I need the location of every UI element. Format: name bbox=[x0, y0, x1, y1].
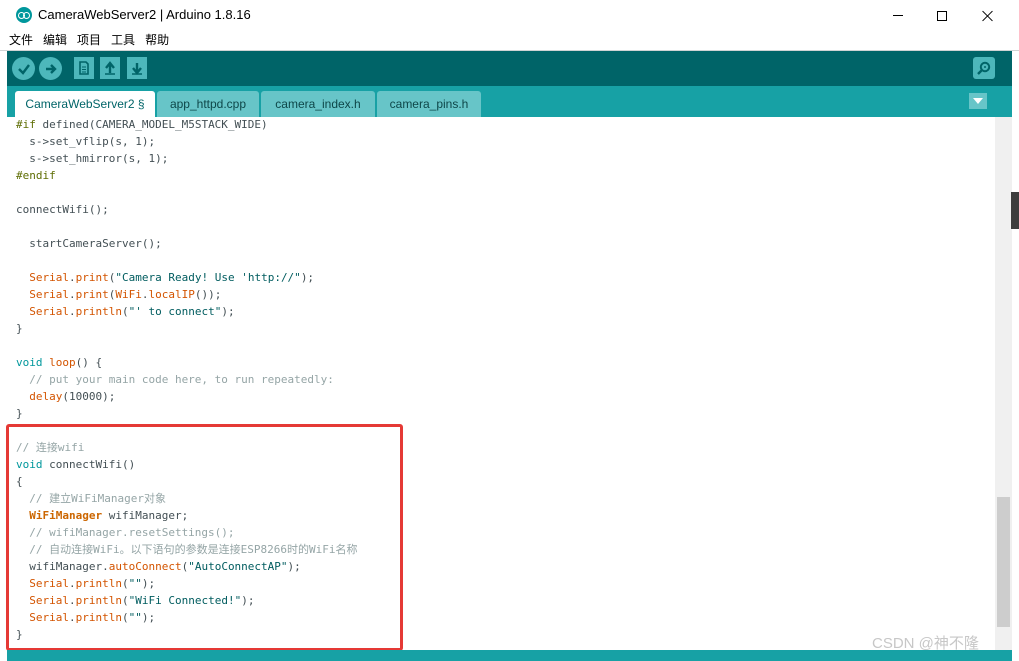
code-line: connectWifi(); bbox=[16, 201, 109, 218]
code-token: println bbox=[75, 305, 122, 318]
tab-bar: CameraWebServer2 § app_httpd.cpp camera_… bbox=[7, 86, 1012, 117]
highlight-annotation-box bbox=[6, 424, 403, 651]
code-line: #endif bbox=[16, 167, 56, 184]
code-line: s->set_vflip(s, 1); bbox=[16, 133, 155, 150]
code-token: WiFi bbox=[115, 288, 142, 301]
code-token: ()); bbox=[194, 288, 222, 301]
code-token: defined(CAMERA_MODEL_M5STACK_WIDE) bbox=[42, 118, 268, 131]
code-token: print bbox=[75, 288, 109, 301]
code-token: #if bbox=[16, 118, 43, 131]
code-token: Serial bbox=[29, 271, 69, 284]
code-line: #if defined(CAMERA_MODEL_M5STACK_WIDE) bbox=[16, 117, 268, 133]
code-token: delay bbox=[29, 390, 63, 403]
code-token: . bbox=[69, 288, 76, 301]
code-line: Serial.print("Camera Ready! Use 'http://… bbox=[16, 269, 314, 286]
code-line: delay(10000); bbox=[16, 388, 115, 405]
code-token: connectWifi(); bbox=[16, 203, 109, 216]
scrollbar-thumb[interactable] bbox=[997, 497, 1010, 627]
code-token: . bbox=[141, 288, 149, 301]
arrow-down-icon bbox=[132, 63, 142, 75]
arduino-logo-icon bbox=[16, 7, 32, 23]
code-token: . bbox=[69, 271, 76, 284]
tab-camera-index[interactable]: camera_index.h bbox=[261, 91, 375, 117]
code-line: } bbox=[16, 405, 23, 422]
code-token: localIP bbox=[148, 288, 195, 301]
maximize-button[interactable] bbox=[919, 0, 965, 31]
code-token: ); bbox=[221, 305, 235, 318]
code-token: startCameraServer(); bbox=[16, 237, 162, 250]
code-token: ); bbox=[300, 271, 315, 284]
code-line: Serial.println("' to connect"); bbox=[16, 303, 235, 320]
check-icon bbox=[17, 63, 30, 75]
code-token: "Camera Ready! Use 'http://" bbox=[115, 271, 301, 284]
code-token: void bbox=[16, 356, 43, 369]
code-line: void loop() { bbox=[16, 354, 102, 371]
code-token: . bbox=[69, 305, 76, 318]
arrow-up-icon bbox=[105, 61, 115, 75]
code-token: #endif bbox=[16, 169, 56, 182]
code-token: (s, 1); bbox=[108, 135, 156, 148]
save-button[interactable] bbox=[127, 57, 147, 79]
toolbar bbox=[7, 51, 1012, 86]
arrow-right-icon bbox=[45, 63, 57, 74]
serial-monitor-button[interactable] bbox=[973, 57, 995, 79]
triangle-down-icon bbox=[973, 98, 983, 104]
code-token: ( bbox=[121, 305, 129, 318]
code-token: (s, 1); bbox=[121, 152, 169, 165]
watermark: CSDN @神不隆 bbox=[872, 635, 979, 652]
code-token: set_hmirror bbox=[49, 152, 122, 165]
side-panel-edge bbox=[1011, 192, 1019, 229]
code-line: startCameraServer(); bbox=[16, 235, 162, 252]
menu-item-edit[interactable]: 编辑 bbox=[43, 31, 67, 50]
menu-item-sketch[interactable]: 项目 bbox=[77, 31, 101, 50]
window-title: CameraWebServer2 | Arduino 1.8.16 bbox=[38, 7, 251, 22]
code-line: Serial.print(WiFi.localIP()); bbox=[16, 286, 221, 303]
maximize-icon bbox=[937, 10, 947, 21]
close-icon bbox=[982, 10, 994, 22]
code-token: } bbox=[16, 322, 23, 335]
upload-button[interactable] bbox=[39, 57, 62, 80]
code-token: print bbox=[75, 271, 109, 284]
code-token: s-> bbox=[16, 152, 50, 165]
verify-button[interactable] bbox=[12, 57, 35, 80]
code-token: Serial bbox=[29, 305, 69, 318]
code-token: // put your main code here, to run repea… bbox=[16, 373, 334, 386]
code-token: "' to connect" bbox=[128, 305, 222, 318]
new-button[interactable] bbox=[74, 57, 94, 79]
minimize-icon bbox=[893, 15, 903, 16]
minimize-button[interactable] bbox=[875, 0, 921, 31]
code-line: s->set_hmirror(s, 1); bbox=[16, 150, 168, 167]
code-line: // put your main code here, to run repea… bbox=[16, 371, 334, 388]
code-token: (10000); bbox=[62, 390, 116, 403]
title-bar: CameraWebServer2 | Arduino 1.8.16 bbox=[0, 0, 1019, 31]
status-strip bbox=[7, 650, 1012, 661]
code-line: } bbox=[16, 320, 23, 337]
code-token: Serial bbox=[29, 288, 69, 301]
code-token: () { bbox=[75, 356, 103, 369]
menu-item-help[interactable]: 帮助 bbox=[145, 31, 169, 50]
code-token: s-> bbox=[16, 135, 50, 148]
menu-item-file[interactable]: 文件 bbox=[9, 31, 33, 50]
code-token: set_vflip bbox=[49, 135, 109, 148]
tab-menu-button[interactable] bbox=[969, 93, 987, 109]
document-icon bbox=[79, 61, 89, 75]
tab-camera-pins[interactable]: camera_pins.h bbox=[377, 91, 481, 117]
code-token: loop bbox=[49, 356, 76, 369]
close-button[interactable] bbox=[965, 0, 1011, 31]
magnifier-icon bbox=[977, 61, 991, 75]
tab-app-httpd[interactable]: app_httpd.cpp bbox=[157, 91, 259, 117]
menu-bar: 文件 编辑 项目 工具 帮助 bbox=[0, 31, 1019, 51]
menu-item-tools[interactable]: 工具 bbox=[111, 31, 135, 50]
tab-camerawebserver2[interactable]: CameraWebServer2 § bbox=[15, 91, 155, 117]
open-button[interactable] bbox=[100, 57, 120, 79]
code-token: } bbox=[16, 407, 23, 420]
